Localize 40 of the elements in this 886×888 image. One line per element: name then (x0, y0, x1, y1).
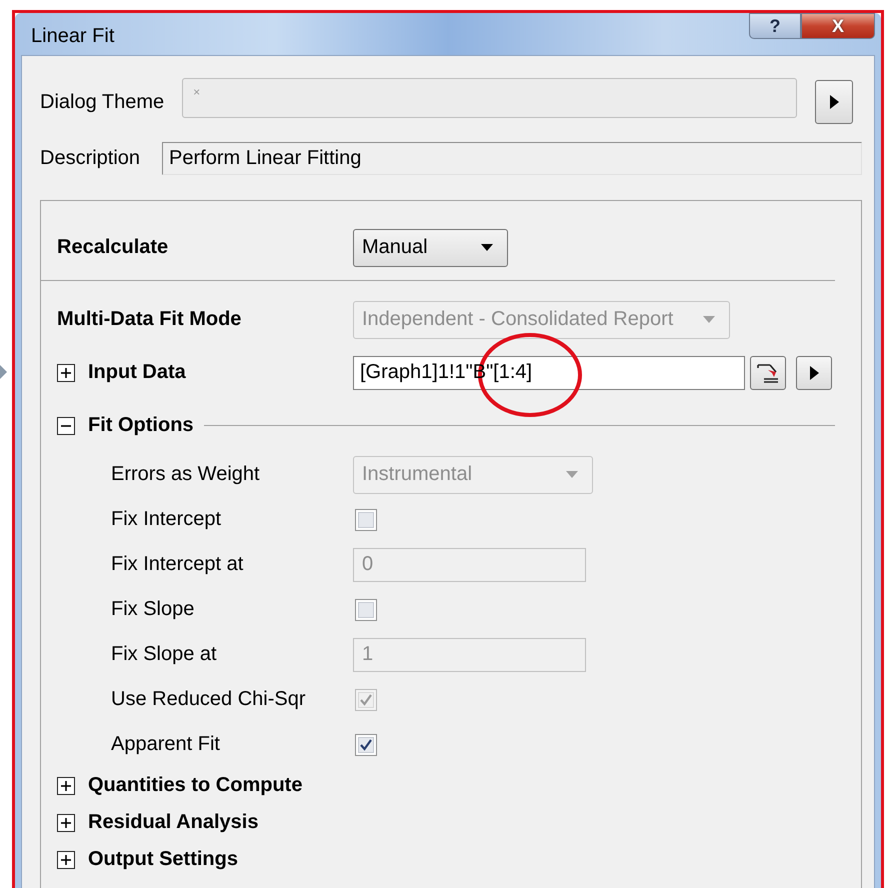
checkbox[interactable] (355, 508, 377, 530)
help-button[interactable]: ? (749, 13, 801, 39)
close-button[interactable]: X (801, 13, 875, 39)
checkbox[interactable] (355, 598, 377, 620)
option-label: Use Reduced Chi-Sqr (111, 688, 306, 711)
section-title: Input Data (88, 361, 186, 384)
description-field: Perform Linear Fitting (162, 142, 862, 174)
expand-icon[interactable] (57, 850, 75, 868)
section-title: Quantities to Compute (88, 774, 302, 797)
select-data-button[interactable] (750, 356, 786, 390)
section-title: Fit Options (88, 414, 194, 437)
collapse-icon[interactable] (57, 416, 75, 434)
caret-icon (481, 244, 493, 252)
field-label: Description (40, 146, 140, 170)
checkbox[interactable] (355, 734, 377, 756)
expand-icon[interactable] (57, 814, 75, 832)
play-arrow-icon (808, 364, 820, 380)
caret-icon (703, 316, 716, 324)
expand-icon[interactable] (57, 776, 75, 794)
option-label: Fix Intercept (111, 508, 222, 531)
option-label: Apparent Fit (111, 733, 220, 756)
data-selector-icon (756, 362, 780, 384)
theme-menu-button[interactable] (815, 80, 854, 124)
option-label: Fix Slope at (111, 643, 217, 666)
option-label: Multi-Data Fit Mode (57, 308, 242, 331)
option-label: Recalculate (57, 236, 168, 259)
dropdown[interactable]: Manual (353, 228, 508, 266)
pointer-icon (0, 365, 7, 379)
option-label: Fix Slope (111, 598, 194, 621)
caret-icon (566, 470, 578, 478)
input-field[interactable]: × (182, 78, 798, 118)
window-title: Linear Fit (31, 24, 114, 48)
field-label: Dialog Theme (40, 90, 164, 114)
expand-icon[interactable] (57, 364, 75, 382)
section-title: Output Settings (88, 848, 238, 871)
section-title: Residual Analysis (88, 811, 258, 834)
option-label: Errors as Weight (111, 463, 260, 486)
more-button[interactable] (796, 356, 832, 390)
play-arrow-icon (828, 94, 840, 110)
option-label: Fix Intercept at (111, 553, 244, 576)
